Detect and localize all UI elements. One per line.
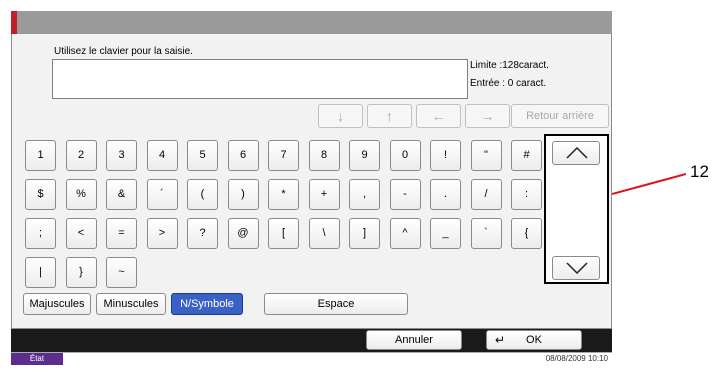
limit-label: Limite :128caract. — [470, 60, 549, 71]
key[interactable]: * — [268, 179, 299, 210]
key[interactable]: 7 — [268, 140, 299, 171]
key[interactable]: \ — [308, 218, 340, 249]
uppercase-mode-button[interactable]: Majuscules — [23, 293, 91, 315]
scroll-up-button[interactable] — [552, 141, 600, 165]
lowercase-mode-button[interactable]: Minuscules — [96, 293, 166, 315]
backspace-button[interactable]: Retour arrière — [511, 104, 609, 128]
space-button[interactable]: Espace — [264, 293, 408, 315]
key[interactable]: ; — [25, 218, 56, 249]
key[interactable]: . — [430, 179, 461, 210]
key[interactable]: & — [106, 179, 137, 210]
key[interactable]: } — [65, 257, 97, 288]
number-symbol-mode-button[interactable]: N/Symbole — [171, 293, 243, 315]
cursor-left-button[interactable]: ← — [416, 104, 461, 128]
key[interactable]: : — [511, 179, 542, 210]
key[interactable]: ` — [470, 218, 502, 249]
key[interactable]: + — [308, 179, 340, 210]
key[interactable]: 0 — [389, 140, 421, 171]
entry-count-label: Entrée : 0 caract. — [470, 78, 547, 89]
title-bar — [11, 11, 612, 34]
cursor-up-button[interactable]: ↑ — [367, 104, 412, 128]
key[interactable]: ? — [187, 218, 218, 249]
chevron-up-icon — [566, 147, 588, 159]
key[interactable]: % — [65, 179, 97, 210]
enter-icon: ↵ — [495, 333, 506, 347]
chevron-down-icon — [566, 262, 588, 274]
key[interactable]: ) — [227, 179, 259, 210]
status-button[interactable]: État — [11, 353, 63, 365]
key[interactable]: ] — [349, 218, 380, 249]
key[interactable]: { — [511, 218, 542, 249]
cursor-right-button[interactable]: → — [465, 104, 510, 128]
key[interactable]: > — [146, 218, 178, 249]
key[interactable]: - — [389, 179, 421, 210]
key[interactable]: 2 — [65, 140, 97, 171]
key[interactable]: 6 — [227, 140, 259, 171]
key[interactable]: 1 — [25, 140, 56, 171]
key[interactable]: 5 — [187, 140, 218, 171]
key[interactable]: , — [349, 179, 380, 210]
key[interactable]: ! — [430, 140, 461, 171]
key[interactable]: 8 — [308, 140, 340, 171]
key[interactable]: [ — [268, 218, 299, 249]
key[interactable]: _ — [430, 218, 461, 249]
cursor-down-button[interactable]: ↓ — [318, 104, 363, 128]
key[interactable]: 9 — [349, 140, 380, 171]
ok-label: OK — [526, 334, 542, 346]
key[interactable]: # — [511, 140, 542, 171]
key[interactable]: ´ — [146, 179, 178, 210]
key[interactable]: = — [106, 218, 137, 249]
text-entry-field[interactable] — [52, 59, 468, 99]
key[interactable]: 4 — [146, 140, 178, 171]
key[interactable]: ^ — [389, 218, 421, 249]
date-time: 08/08/2009 10:10 — [545, 354, 608, 363]
instruction-text: Utilisez le clavier pour la saisie. — [54, 46, 193, 57]
key[interactable]: ( — [187, 179, 218, 210]
callout-line — [612, 173, 686, 195]
title-accent-mark — [11, 11, 17, 34]
status-bar — [11, 352, 612, 365]
key[interactable]: / — [470, 179, 502, 210]
key[interactable]: @ — [227, 218, 259, 249]
key[interactable]: 3 — [106, 140, 137, 171]
key[interactable]: < — [65, 218, 97, 249]
key[interactable]: " — [470, 140, 502, 171]
key[interactable]: | — [25, 257, 56, 288]
cancel-button[interactable]: Annuler — [366, 330, 462, 350]
scroll-down-button[interactable] — [552, 256, 600, 280]
ok-button[interactable]: ↵ OK — [486, 330, 582, 350]
callout-number: 12 — [690, 162, 709, 181]
key[interactable]: ~ — [106, 257, 137, 288]
key[interactable]: $ — [25, 179, 56, 210]
